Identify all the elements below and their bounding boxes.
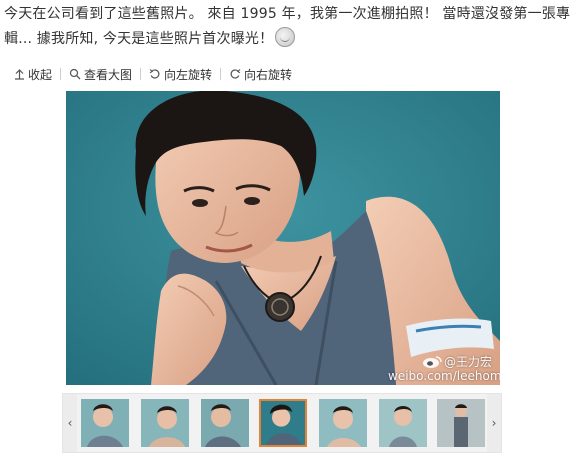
thumbnail-image: [81, 399, 129, 447]
thumbnail[interactable]: [201, 399, 249, 447]
previous-arrow-icon[interactable]: ‹: [63, 394, 77, 452]
thumbnail-image: [261, 401, 305, 445]
post-text: 今天在公司看到了這些舊照片。 來自 1995 年，我第一次進棚拍照！ 當時還沒發…: [4, 2, 570, 52]
weibo-logo-icon: [423, 356, 442, 368]
thumbnail-image: [437, 399, 485, 447]
portrait-image: [66, 91, 500, 385]
view-large-label: 查看大图: [84, 67, 133, 82]
rotate-left-label: 向左旋转: [164, 67, 213, 82]
toolbar-divider: [220, 68, 222, 80]
magnifier-icon: [69, 68, 81, 80]
thumbnail-image: [141, 399, 189, 447]
toolbar-divider: [140, 68, 142, 80]
post-text-line-2-content: 輯... 據我所知, 今天是這些照片首次曝光！: [4, 31, 274, 47]
rotate-left-button[interactable]: 向左旋转: [149, 66, 212, 83]
thumbnail[interactable]: [437, 399, 485, 447]
emoji-icon: [275, 27, 296, 47]
post-text-line-1: 今天在公司看到了這些舊照片。 來自 1995 年，我第一次進棚拍照！ 當時還沒發…: [4, 6, 570, 22]
next-arrow-icon[interactable]: ›: [487, 394, 501, 452]
thumbnail[interactable]: [81, 399, 129, 447]
rotate-right-icon: [230, 69, 241, 79]
rotate-left-icon: [149, 69, 160, 79]
collapse-arrow-icon: [15, 68, 24, 80]
toolbar-divider: [60, 68, 62, 80]
thumbnail-image: [201, 399, 249, 447]
thumbnail-strip: ‹ ›: [62, 393, 502, 453]
view-large-button[interactable]: 查看大图: [69, 66, 132, 83]
thumbnail-image: [379, 399, 427, 447]
rotate-right-label: 向右旋转: [244, 67, 293, 82]
main-photo[interactable]: @王力宏 weibo.com/leehom: [66, 91, 500, 385]
collapse-label: 收起: [28, 67, 53, 82]
watermark-url: weibo.com/leehom: [388, 369, 500, 383]
watermark-username: @王力宏: [444, 355, 493, 369]
collapse-button[interactable]: 收起: [14, 66, 52, 83]
thumbnail-image: [319, 399, 367, 447]
image-toolbar: 收起 查看大图 向左旋转 向右旋转: [14, 64, 292, 84]
rotate-right-button[interactable]: 向右旋转: [229, 66, 292, 83]
thumbnail[interactable]: [379, 399, 427, 447]
post-text-line-2: 輯... 據我所知, 今天是這些照片首次曝光！: [4, 27, 560, 52]
thumbnail[interactable]: [141, 399, 189, 447]
thumbnail[interactable]: [319, 399, 367, 447]
thumbnail-active[interactable]: [259, 399, 307, 447]
